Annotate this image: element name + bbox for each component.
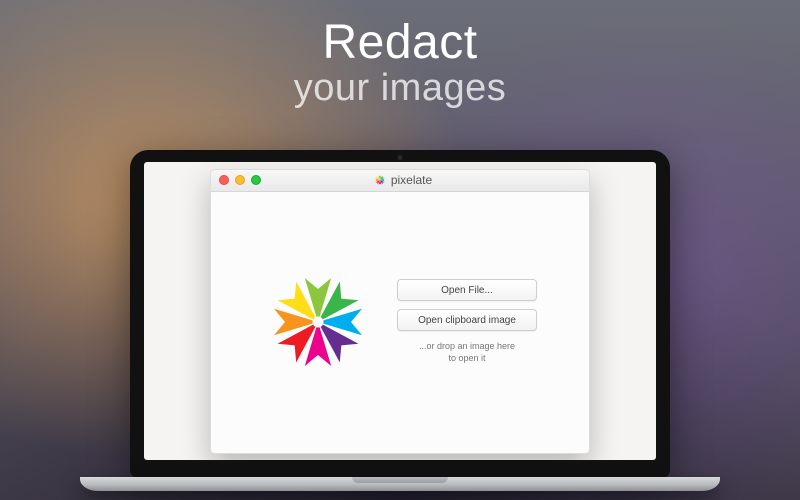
open-clipboard-button[interactable]: Open clipboard image [397,309,537,331]
laptop-base [80,477,720,491]
laptop-screen: pixelate Open File... Open clipboard ima… [144,162,656,460]
window-title: pixelate [391,173,432,187]
window-title-wrap: pixelate [225,173,581,187]
headline-line-1: Redact [0,18,800,68]
app-logo-icon [374,174,386,186]
app-logo-large-icon [263,267,373,377]
drop-hint-line-1: ...or drop an image here [397,341,537,353]
app-window: pixelate Open File... Open clipboard ima… [210,169,590,454]
laptop-mockup: pixelate Open File... Open clipboard ima… [130,150,670,491]
actions-panel: Open File... Open clipboard image ...or … [397,279,537,364]
marketing-headline: Redact your images [0,18,800,110]
open-file-button[interactable]: Open File... [397,279,537,301]
laptop-lid: pixelate Open File... Open clipboard ima… [130,150,670,478]
laptop-camera [398,155,403,160]
window-body[interactable]: Open File... Open clipboard image ...or … [211,192,589,453]
headline-line-2: your images [0,68,800,110]
drop-hint-line-2: to open it [397,353,537,365]
window-titlebar[interactable]: pixelate [211,170,589,192]
drop-hint: ...or drop an image here to open it [397,341,537,364]
